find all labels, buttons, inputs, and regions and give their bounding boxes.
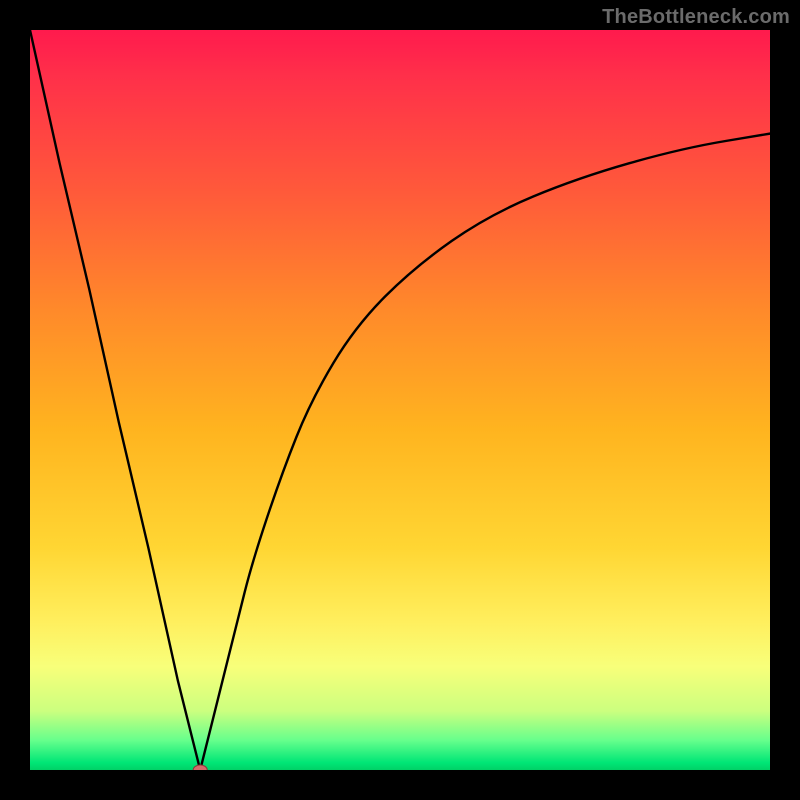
- branding-text: TheBottleneck.com: [602, 6, 790, 29]
- plot-area: [30, 30, 770, 770]
- curve-path: [30, 30, 770, 770]
- curve-layer: [30, 30, 770, 770]
- chart-frame: TheBottleneck.com: [0, 0, 800, 800]
- minimum-marker: [193, 765, 207, 770]
